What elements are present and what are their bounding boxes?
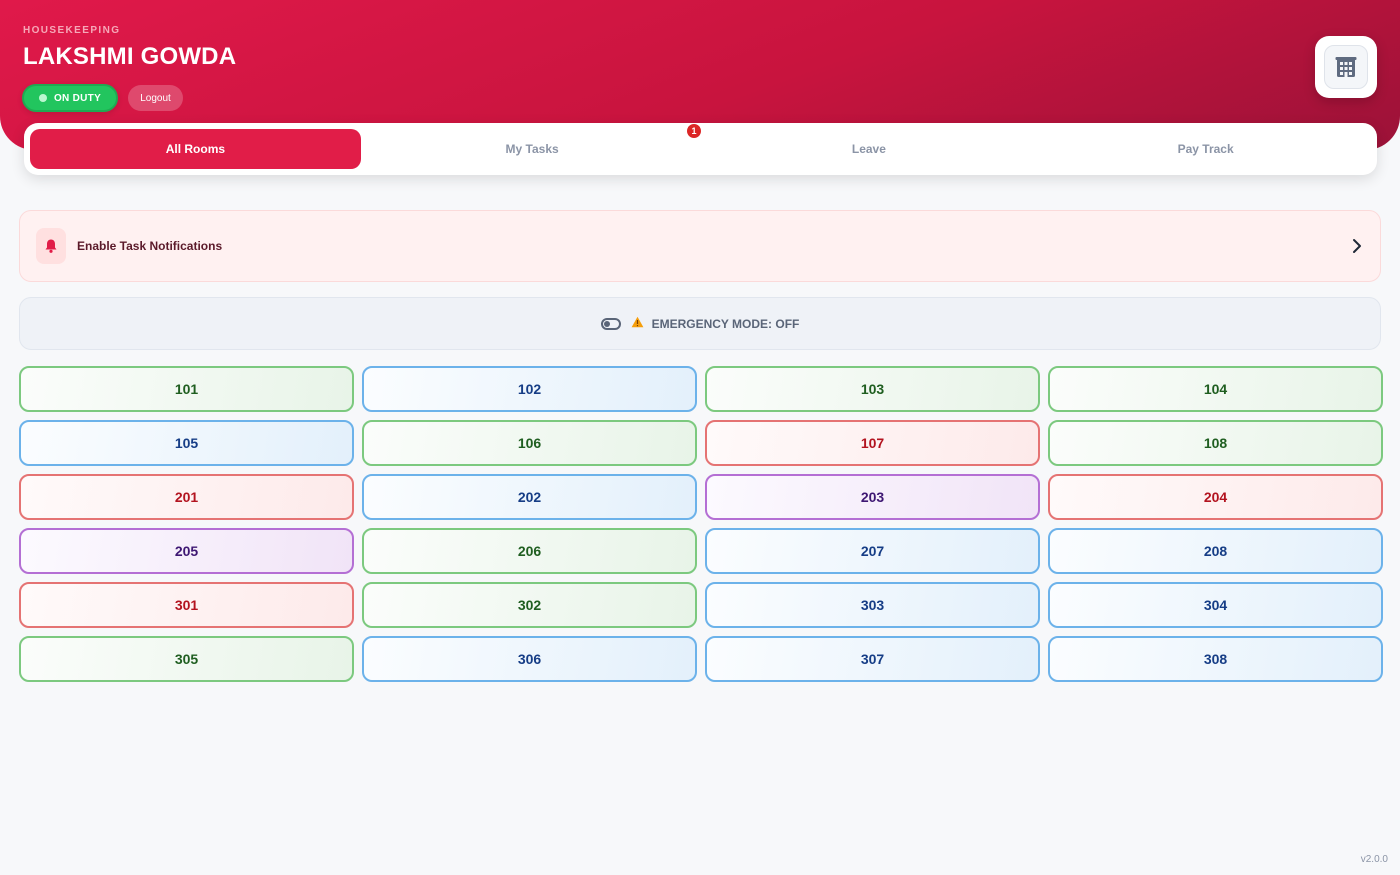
room-tile[interactable]: 306 bbox=[362, 636, 697, 682]
room-tile[interactable]: 301 bbox=[19, 582, 354, 628]
emergency-mode-label: EMERGENCY MODE: OFF bbox=[651, 316, 800, 331]
building-icon bbox=[1324, 45, 1368, 89]
tab-pay-track[interactable]: Pay Track bbox=[1040, 129, 1371, 169]
department-label: HOUSEKEEPING bbox=[23, 25, 121, 36]
room-tile[interactable]: 106 bbox=[362, 420, 697, 466]
tab-all-rooms[interactable]: All Rooms bbox=[30, 129, 361, 169]
room-grid: 101 102 103 104 105 106 107 108 201 202 … bbox=[19, 366, 1383, 682]
toggle-icon bbox=[600, 317, 621, 330]
notifications-label: Enable Task Notifications bbox=[77, 239, 223, 253]
room-tile[interactable]: 204 bbox=[1048, 474, 1383, 520]
hotel-button[interactable] bbox=[1315, 36, 1377, 98]
room-tile[interactable]: 102 bbox=[362, 366, 697, 412]
enable-notifications-banner[interactable]: Enable Task Notifications bbox=[19, 210, 1381, 282]
on-duty-button[interactable]: ON DUTY bbox=[22, 84, 118, 112]
tab-leave[interactable]: Leave bbox=[704, 129, 1035, 169]
emergency-mode-toggle[interactable]: EMERGENCY MODE: OFF bbox=[19, 297, 1381, 350]
app-version: v2.0.0 bbox=[1360, 854, 1388, 865]
room-tile[interactable]: 108 bbox=[1048, 420, 1383, 466]
room-tile[interactable]: 203 bbox=[705, 474, 1040, 520]
chevron-right-icon bbox=[1350, 237, 1364, 260]
room-tile[interactable]: 308 bbox=[1048, 636, 1383, 682]
room-tile[interactable]: 207 bbox=[705, 528, 1040, 574]
logout-button[interactable]: Logout bbox=[128, 85, 183, 111]
status-dot-icon bbox=[38, 94, 47, 102]
room-tile[interactable]: 107 bbox=[705, 420, 1040, 466]
room-tile[interactable]: 201 bbox=[19, 474, 354, 520]
room-tile[interactable]: 303 bbox=[705, 582, 1040, 628]
room-tile[interactable]: 302 bbox=[362, 582, 697, 628]
room-tile[interactable]: 103 bbox=[705, 366, 1040, 412]
room-tile[interactable]: 104 bbox=[1048, 366, 1383, 412]
tab-my-tasks[interactable]: My Tasks bbox=[367, 129, 698, 169]
room-tile[interactable]: 304 bbox=[1048, 582, 1383, 628]
room-tile[interactable]: 101 bbox=[19, 366, 354, 412]
room-tile[interactable]: 208 bbox=[1048, 528, 1383, 574]
on-duty-label: ON DUTY bbox=[53, 92, 102, 104]
warning-icon bbox=[631, 316, 644, 331]
room-tile[interactable]: 105 bbox=[19, 420, 354, 466]
room-tile[interactable]: 305 bbox=[19, 636, 354, 682]
room-tile[interactable]: 205 bbox=[19, 528, 354, 574]
room-tile[interactable]: 307 bbox=[705, 636, 1040, 682]
tasks-count-badge: 1 bbox=[686, 123, 702, 139]
room-tile[interactable]: 206 bbox=[362, 528, 697, 574]
staff-name: LAKSHMI GOWDA bbox=[23, 43, 237, 70]
room-tile[interactable]: 202 bbox=[362, 474, 697, 520]
bell-icon bbox=[36, 228, 66, 264]
